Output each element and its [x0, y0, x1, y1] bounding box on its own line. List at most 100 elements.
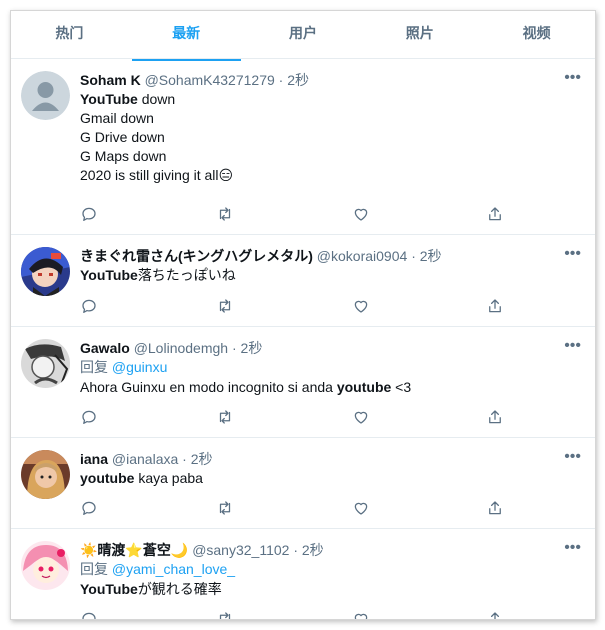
handle[interactable]: @SohamK43271279 — [145, 72, 275, 88]
highlight-keyword: youtube — [80, 470, 135, 486]
share-icon[interactable] — [486, 205, 506, 225]
reply-prefix: 回复 — [80, 359, 112, 375]
text-line: 2020 is still giving it all😑 — [80, 167, 234, 183]
highlight-keyword: YouTube — [80, 91, 138, 107]
reply-icon[interactable] — [80, 499, 100, 519]
avatar[interactable] — [21, 247, 70, 296]
tweet-header: iana @ianalaxa · 2秒 — [80, 450, 581, 468]
tweet-actions — [80, 205, 506, 225]
display-name[interactable]: Soham K — [80, 72, 141, 88]
tab-videos[interactable]: 视频 — [478, 11, 595, 58]
tweet[interactable]: ☀️晴渡⭐蒼空🌙 @sany32_1102 · 2秒 ••• 回复 @yami_… — [11, 529, 595, 619]
more-options-icon[interactable]: ••• — [564, 70, 581, 86]
timestamp[interactable]: 2秒 — [191, 451, 213, 467]
tab-photos[interactable]: 照片 — [361, 11, 478, 58]
like-icon[interactable] — [352, 205, 372, 225]
reply-icon[interactable] — [80, 610, 100, 619]
display-name[interactable]: iana — [80, 451, 108, 467]
tweet-actions — [80, 408, 506, 428]
more-options-icon[interactable]: ••• — [564, 246, 581, 262]
timestamp[interactable]: 2秒 — [241, 340, 263, 356]
reply-context: 回复 @guinxu — [80, 358, 581, 377]
tweet[interactable]: きまぐれ雷さん(キングハグレメタル) @kokorai0904 · 2秒 •••… — [11, 235, 595, 327]
handle[interactable]: @ianalaxa — [112, 451, 178, 467]
tweet-actions — [80, 499, 506, 519]
more-options-icon[interactable]: ••• — [564, 449, 581, 465]
avatar[interactable] — [21, 71, 70, 120]
handle[interactable]: @kokorai0904 — [317, 248, 408, 264]
more-options-icon[interactable]: ••• — [564, 540, 581, 556]
avatar[interactable] — [21, 339, 70, 388]
tweet-text: youtube kaya paba — [80, 469, 581, 488]
tab-bar: 热门 最新 用户 照片 视频 — [11, 11, 595, 61]
highlight-keyword: YouTube — [80, 581, 138, 597]
display-name[interactable]: きまぐれ雷さん(キングハグレメタル) — [80, 248, 313, 264]
display-name[interactable]: ☀️晴渡⭐蒼空🌙 — [80, 542, 188, 558]
text-line: G Drive down — [80, 129, 165, 145]
like-icon[interactable] — [352, 297, 372, 317]
separator: · — [278, 72, 284, 88]
timestamp[interactable]: 2秒 — [287, 72, 309, 88]
reply-mention-link[interactable]: @yami_chan_love_ — [112, 561, 235, 577]
tweet-actions — [80, 297, 506, 317]
retweet-icon[interactable] — [216, 610, 236, 619]
tab-latest[interactable]: 最新 — [128, 11, 245, 61]
highlight-keyword: youtube — [336, 379, 392, 395]
separator: · — [411, 248, 416, 264]
text-line: G Maps down — [80, 148, 167, 164]
anime-avatar-icon — [21, 247, 70, 296]
share-icon[interactable] — [486, 297, 506, 317]
display-name[interactable]: Gawalo — [80, 340, 130, 356]
highlight-keyword: YouTube — [80, 267, 138, 283]
pink-anime-avatar-icon — [21, 541, 70, 590]
text-line: が観れる確率 — [137, 581, 222, 597]
avatar[interactable] — [21, 450, 70, 499]
text-line: <3 — [391, 379, 412, 395]
search-results-panel: 热门 最新 用户 照片 视频 Soham K @SohamK43271279 ·… — [10, 10, 596, 620]
separator: · — [293, 542, 298, 558]
text-line: kaya paba — [134, 470, 203, 486]
tweet-text: YouTubeが観れる確率 — [80, 580, 581, 599]
like-icon[interactable] — [352, 499, 372, 519]
share-icon[interactable] — [486, 408, 506, 428]
timestamp[interactable]: 2秒 — [420, 248, 442, 264]
reply-context: 回复 @yami_chan_love_ — [80, 560, 581, 579]
retweet-icon[interactable] — [216, 297, 236, 317]
reply-icon[interactable] — [80, 408, 100, 428]
text-line: Ahora Guinxu en modo incognito si anda — [80, 379, 337, 395]
text-line: 落ちたっぽいね — [137, 267, 236, 283]
photo-avatar-icon — [21, 450, 70, 499]
tweet-text: Ahora Guinxu en modo incognito si anda y… — [80, 378, 581, 397]
tweet[interactable]: Soham K @SohamK43271279 · 2秒 ••• YouTube… — [11, 59, 595, 235]
tweet-header: ☀️晴渡⭐蒼空🌙 @sany32_1102 · 2秒 — [80, 541, 581, 559]
share-icon[interactable] — [486, 610, 506, 619]
more-options-icon[interactable]: ••• — [564, 338, 581, 354]
timestamp[interactable]: 2秒 — [302, 542, 324, 558]
tweet[interactable]: Gawalo @Lolinodemgh · 2秒 ••• 回复 @guinxu … — [11, 327, 595, 438]
default-avatar-icon — [21, 71, 70, 120]
tab-people[interactable]: 用户 — [245, 11, 362, 58]
share-icon[interactable] — [486, 499, 506, 519]
tweet-header: Soham K @SohamK43271279 · 2秒 — [80, 71, 581, 89]
like-icon[interactable] — [352, 408, 372, 428]
reply-icon[interactable] — [80, 297, 100, 317]
reply-mention-link[interactable]: @guinxu — [112, 359, 167, 375]
sketch-avatar-icon — [21, 339, 70, 388]
like-icon[interactable] — [352, 610, 372, 619]
text-line: Gmail down — [80, 110, 154, 126]
tab-top[interactable]: 热门 — [11, 11, 128, 58]
tweet-text: YouTube down Gmail down G Drive down G M… — [80, 90, 581, 185]
reply-icon[interactable] — [80, 205, 100, 225]
handle[interactable]: @Lolinodemgh — [134, 340, 228, 356]
separator: · — [182, 451, 187, 467]
handle[interactable]: @sany32_1102 — [192, 542, 289, 558]
tweet[interactable]: iana @ianalaxa · 2秒 ••• youtube kaya pab… — [11, 438, 595, 529]
avatar[interactable] — [21, 541, 70, 590]
reply-prefix: 回复 — [80, 561, 112, 577]
tweet-text: YouTube落ちたっぽいね — [80, 266, 581, 285]
retweet-icon[interactable] — [216, 205, 236, 225]
retweet-icon[interactable] — [216, 499, 236, 519]
tweet-actions — [80, 610, 506, 619]
retweet-icon[interactable] — [216, 408, 236, 428]
separator: · — [231, 340, 237, 356]
